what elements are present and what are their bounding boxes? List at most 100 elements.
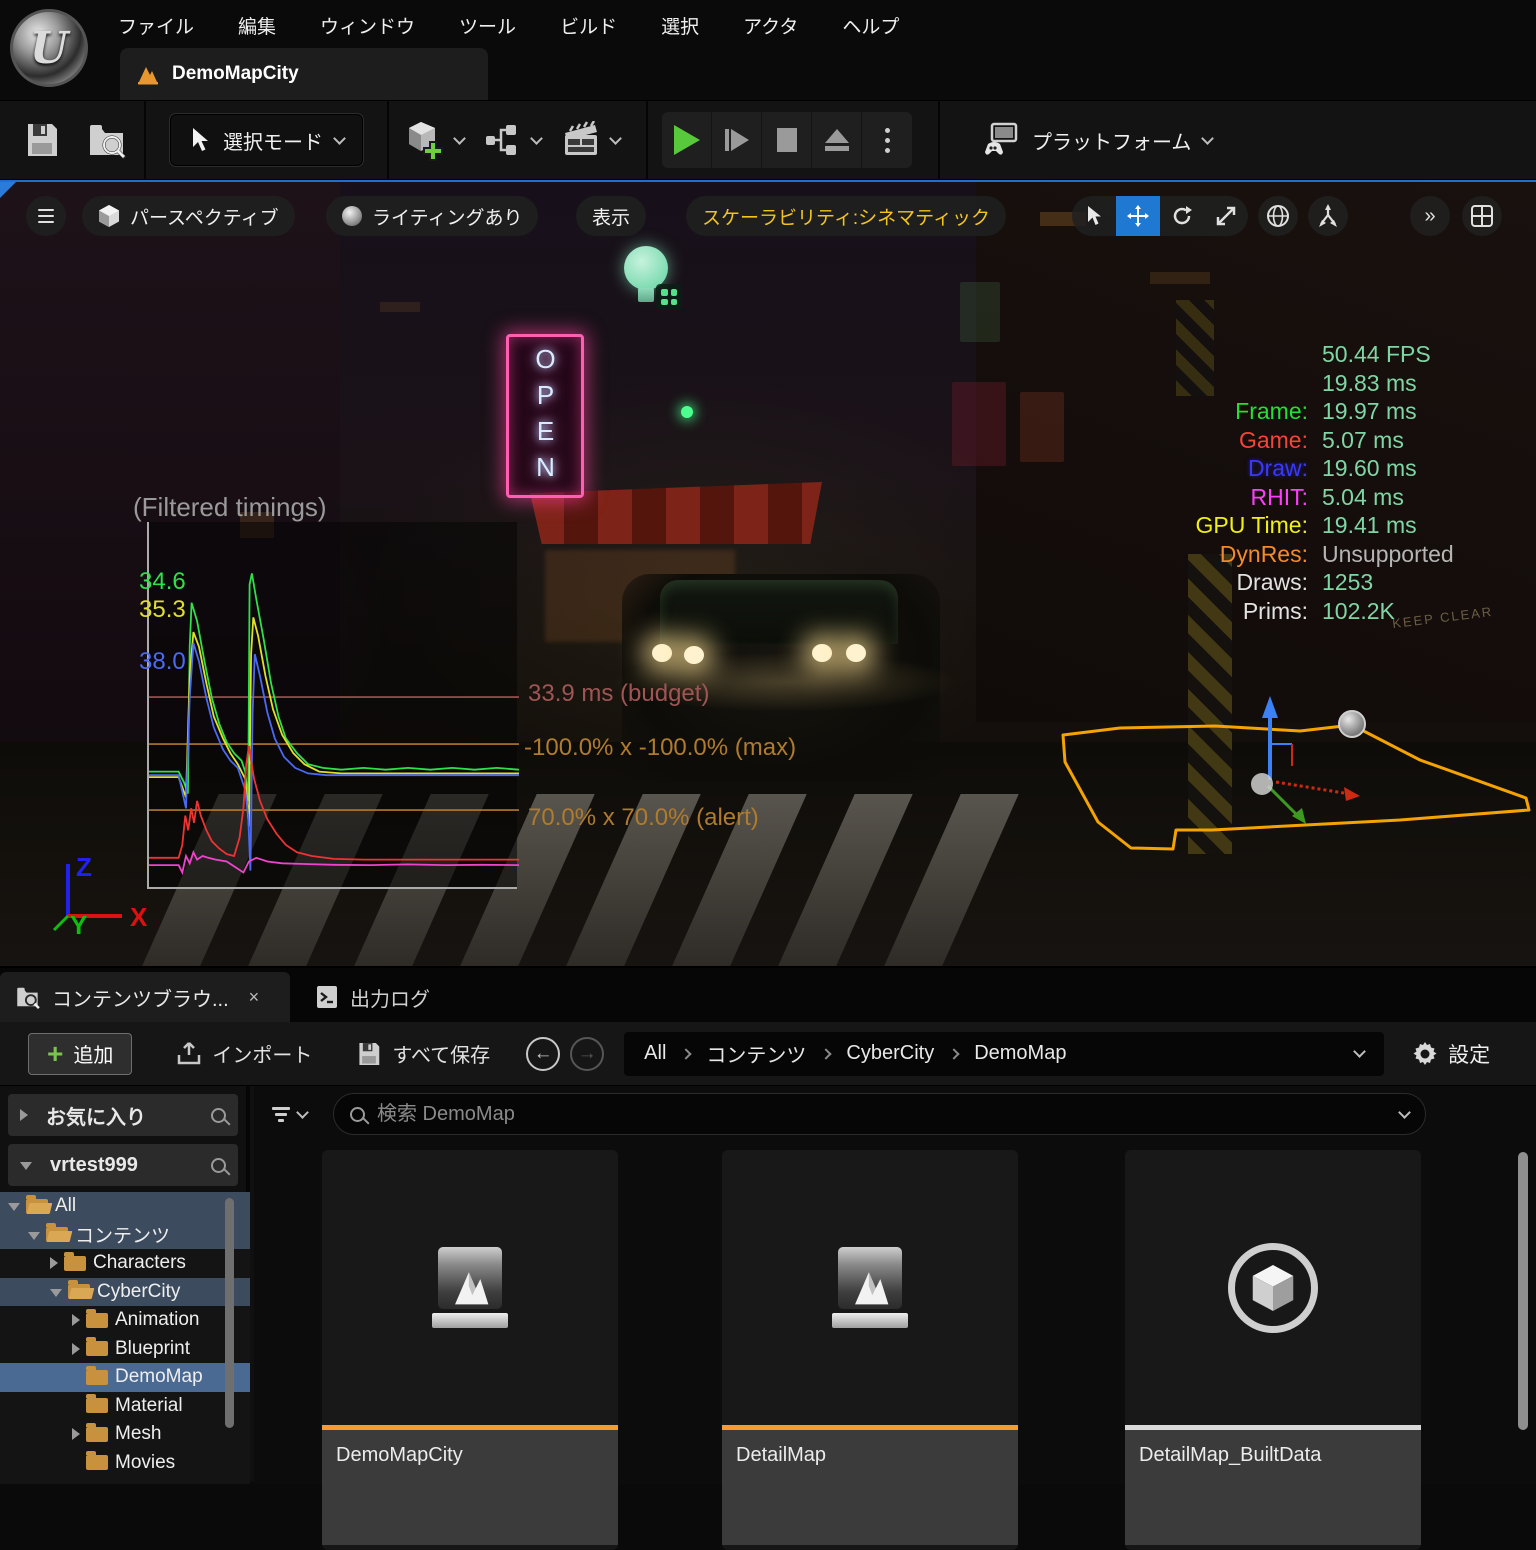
tree-item-movies[interactable]: Movies xyxy=(0,1449,250,1478)
neon-open-sign: OPEN xyxy=(506,334,584,498)
breadcrumb-cybercity[interactable]: CyberCity xyxy=(846,1042,934,1065)
cinematics-icon[interactable] xyxy=(561,121,620,159)
move-tool[interactable] xyxy=(1116,196,1160,236)
forward-button[interactable]: → xyxy=(570,1037,604,1071)
perspective-cube-icon xyxy=(98,204,120,228)
unreal-logo-icon[interactable]: U xyxy=(10,9,88,87)
cursor-icon xyxy=(189,127,211,153)
platform-dropdown[interactable]: プラットフォーム xyxy=(980,120,1212,160)
viewport-stats-overlay: 50.44 FPS 19.83 ms Frame:19.97 ms Game:5… xyxy=(1196,340,1470,625)
graph-budget-label: 33.9 ms (budget) xyxy=(528,680,709,708)
folder-icon xyxy=(86,1455,108,1470)
import-button[interactable]: インポート xyxy=(176,1039,312,1068)
content-browser-sidebar: お気に入り vrtest999 All コンテンツ Characters Cyb… xyxy=(0,1086,250,1484)
add-actor-icon[interactable] xyxy=(403,118,464,162)
platform-devices-icon xyxy=(980,120,1020,160)
menu-tools[interactable]: ツール xyxy=(459,12,516,39)
breadcrumb-demomap[interactable]: DemoMap xyxy=(974,1042,1066,1065)
scale-tool[interactable] xyxy=(1204,196,1248,236)
tree-item-mesh[interactable]: Mesh xyxy=(0,1420,250,1449)
snapping-toggle[interactable] xyxy=(1308,196,1348,236)
world-local-toggle[interactable] xyxy=(1258,196,1298,236)
transform-tool-group xyxy=(1072,196,1248,236)
play-button[interactable] xyxy=(662,112,712,168)
level-asset-icon xyxy=(832,1247,908,1328)
selection-mode-dropdown[interactable]: 選択モード xyxy=(170,114,363,166)
collection-section[interactable]: vrtest999 xyxy=(8,1144,238,1186)
stat-rhit: 5.04 ms xyxy=(1322,483,1470,512)
tree-scrollbar[interactable] xyxy=(225,1198,234,1428)
filter-button[interactable] xyxy=(254,1107,307,1122)
menu-actor[interactable]: アクタ xyxy=(743,12,798,39)
settings-button[interactable]: 設定 xyxy=(1412,1039,1490,1069)
title-bar: U ファイル 編集 ウィンドウ ツール ビルド 選択 アクタ ヘルプ DemoM… xyxy=(0,0,1536,100)
stat-draw: 19.60 ms xyxy=(1322,454,1470,483)
menu-help[interactable]: ヘルプ xyxy=(842,12,899,39)
chevron-down-icon xyxy=(453,132,466,145)
save-all-icon xyxy=(356,1041,382,1067)
maximize-viewport-button[interactable] xyxy=(1462,196,1502,236)
asset-card-demomapcity[interactable]: DemoMapCity xyxy=(322,1150,618,1550)
favorites-label: お気に入り xyxy=(46,1101,199,1130)
select-tool[interactable] xyxy=(1072,196,1116,236)
menu-select[interactable]: 選択 xyxy=(661,12,699,39)
scalability-warning-button[interactable]: スケーラビリティ:シネマティック xyxy=(686,196,1006,236)
content-browser-icon[interactable] xyxy=(88,121,130,159)
content-browser-tab[interactable]: コンテンツブラウ... × xyxy=(0,972,290,1022)
asset-grid-area: DemoMapCity DetailMap DetailMap_BuiltDat… xyxy=(254,1086,1536,1484)
show-label: 表示 xyxy=(592,203,630,230)
add-button[interactable]: + 追加 xyxy=(28,1033,132,1075)
tree-item-characters[interactable]: Characters xyxy=(0,1249,250,1278)
search-icon[interactable] xyxy=(211,1108,226,1123)
menu-build[interactable]: ビルド xyxy=(560,12,617,39)
search-dropdown-icon[interactable] xyxy=(1398,1106,1411,1119)
graph-gpu-value: 35.3 xyxy=(139,596,186,624)
rotate-tool[interactable] xyxy=(1160,196,1204,236)
level-tab-label: DemoMapCity xyxy=(172,63,299,85)
play-options-button[interactable] xyxy=(862,112,912,168)
tree-item-all[interactable]: All xyxy=(0,1192,250,1221)
light-move-icon xyxy=(656,284,682,310)
show-dropdown[interactable]: 表示 xyxy=(576,196,646,236)
eject-button[interactable] xyxy=(812,112,862,168)
asset-search-input[interactable] xyxy=(377,1103,1388,1126)
tree-item-demomap[interactable]: DemoMap xyxy=(0,1363,250,1392)
tree-item-material[interactable]: Material xyxy=(0,1392,250,1421)
close-tab-icon[interactable]: × xyxy=(249,987,260,1008)
content-browser-icon xyxy=(16,985,42,1009)
menu-edit[interactable]: 編集 xyxy=(238,12,276,39)
favorites-section[interactable]: お気に入り xyxy=(8,1094,238,1136)
viewport-options-menu[interactable] xyxy=(26,196,66,236)
asset-card-detailmap[interactable]: DetailMap xyxy=(722,1150,1018,1550)
path-breadcrumb: All コンテンツ CyberCity DemoMap xyxy=(624,1032,1384,1076)
grid-layout-icon xyxy=(1471,205,1493,227)
perspective-dropdown[interactable]: パースペクティブ xyxy=(82,196,295,236)
tree-item-animation[interactable]: Animation xyxy=(0,1306,250,1335)
stop-button[interactable] xyxy=(762,112,812,168)
save-icon[interactable] xyxy=(24,121,60,159)
asset-grid-scrollbar[interactable] xyxy=(1518,1152,1528,1430)
frame-skip-button[interactable] xyxy=(712,112,762,168)
output-log-tab[interactable]: 出力ログ xyxy=(300,972,446,1022)
menu-file[interactable]: ファイル xyxy=(118,12,194,39)
bottom-tab-bar: コンテンツブラウ... × 出力ログ xyxy=(0,968,1536,1022)
menu-window[interactable]: ウィンドウ xyxy=(320,12,415,39)
breadcrumb-dropdown-icon[interactable] xyxy=(1353,1045,1366,1058)
tree-item-cybercity[interactable]: CyberCity xyxy=(0,1278,250,1307)
search-icon[interactable] xyxy=(211,1158,226,1173)
blueprints-icon[interactable] xyxy=(484,122,541,158)
tree-item-content[interactable]: コンテンツ xyxy=(0,1221,250,1250)
back-button[interactable]: ← xyxy=(526,1037,560,1071)
level-tab[interactable]: DemoMapCity xyxy=(120,48,488,100)
lit-mode-dropdown[interactable]: ライティングあり xyxy=(326,196,538,236)
tree-item-blueprint[interactable]: Blueprint xyxy=(0,1335,250,1364)
breadcrumb-all[interactable]: All xyxy=(644,1042,666,1065)
settings-label: 設定 xyxy=(1448,1039,1490,1069)
save-all-button[interactable]: すべて保存 xyxy=(356,1039,490,1068)
import-icon xyxy=(176,1041,202,1067)
breadcrumb-content[interactable]: コンテンツ xyxy=(706,1039,806,1068)
expand-toolbar-button[interactable]: » xyxy=(1410,196,1450,236)
breadcrumb-separator-icon xyxy=(681,1048,692,1059)
asset-card-builtdata[interactable]: DetailMap_BuiltData xyxy=(1125,1150,1421,1550)
level-viewport[interactable]: OPEN KEEP CLEAR xyxy=(0,180,1536,966)
